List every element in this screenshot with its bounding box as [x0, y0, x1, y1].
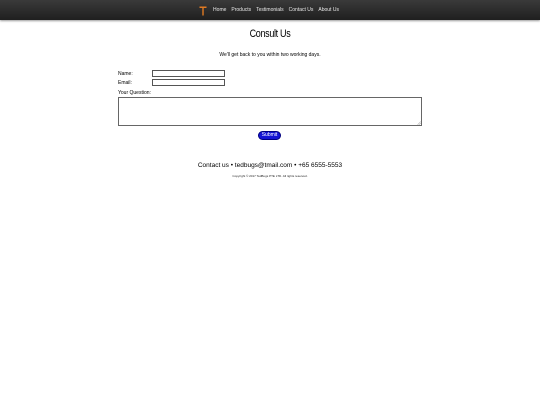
nav-item-products[interactable]: Products — [231, 0, 251, 20]
nav-item-about-us[interactable]: About Us — [318, 0, 339, 20]
email-label: Email: — [118, 80, 132, 86]
name-label: Name: — [118, 71, 133, 77]
name-input[interactable] — [152, 70, 225, 77]
brand-logo-icon[interactable] — [199, 5, 207, 16]
nav-item-home[interactable]: Home — [213, 0, 226, 20]
nav-item-contact-us[interactable]: Contact Us — [289, 0, 314, 20]
resize-grip-icon[interactable] — [417, 121, 421, 125]
question-label: Your Question: — [118, 90, 151, 96]
nav-item-testimonials[interactable]: Testimonials — [256, 0, 284, 20]
submit-button[interactable]: Submit — [258, 131, 281, 140]
top-navbar: Home Products Testimonials Contact Us Ab… — [0, 0, 540, 20]
email-input[interactable] — [152, 79, 225, 86]
page-title: Consult Us — [249, 28, 291, 40]
footer-contact: Contact us • tedbugs@tmail.com • +65 655… — [197, 162, 343, 169]
question-textarea[interactable] — [118, 97, 422, 126]
footer-copyright: Copyright © 2017 TedBugs PTE LTD. All ri… — [232, 174, 308, 178]
page-subtitle: We'll get back to you within two working… — [219, 52, 321, 58]
nav-menu: Home Products Testimonials Contact Us Ab… — [0, 0, 540, 20]
